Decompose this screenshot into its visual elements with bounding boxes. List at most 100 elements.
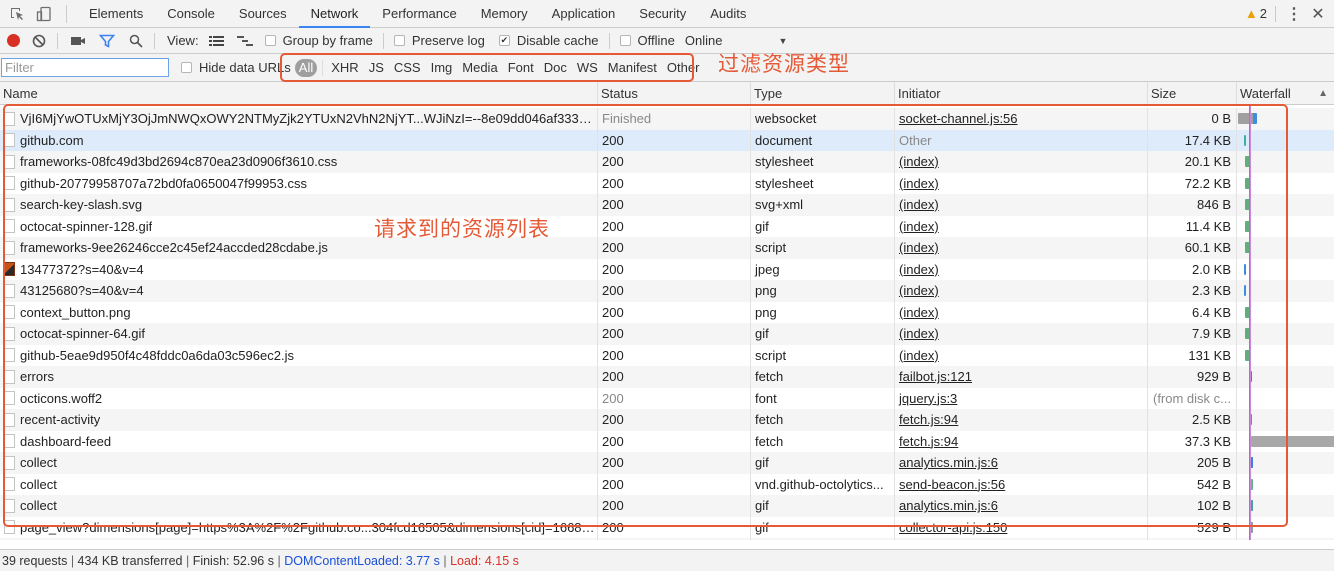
- filter-type-media[interactable]: Media: [457, 59, 502, 77]
- cell-initiator: (index): [895, 237, 1148, 259]
- table-row[interactable]: github-5eae9d950f4c48fddc0a6da03c596ec2.…: [0, 344, 1334, 366]
- column-header-status[interactable]: Status: [598, 82, 751, 105]
- inspect-element-icon[interactable]: [7, 4, 27, 24]
- filter-type-xhr[interactable]: XHR: [326, 59, 363, 77]
- close-icon[interactable]: ✕: [1306, 4, 1330, 24]
- table-row[interactable]: stats 204pingsend-beacon.js:250.0 KB: [0, 538, 1334, 540]
- preserve-log-checkbox[interactable]: Preserve log: [393, 33, 485, 48]
- checkbox-box[interactable]: [264, 35, 276, 46]
- table-row[interactable]: frameworks-9ee26246cce2c45ef24accded28cd…: [0, 237, 1334, 259]
- table-row[interactable]: 43125680?s=40&v=4 200 png (index) 2.3 KB: [0, 280, 1334, 302]
- initiator-link[interactable]: (index): [899, 197, 939, 212]
- cell-size: (from disk c...: [1148, 387, 1237, 409]
- tab-sources[interactable]: Sources: [227, 0, 299, 28]
- table-row[interactable]: octicons.woff2 200 font jquery.js:3 (from di…: [0, 387, 1334, 409]
- table-row[interactable]: context_button.png 200 png (index) 6.4 KB: [0, 301, 1334, 323]
- resource-type-filters: All XHR JS CSS Img Media Font Doc WS Manifest Othe…: [294, 58, 705, 77]
- table-row[interactable]: frameworks-08fc49d3bd2694c870ea23d0906f3…: [0, 151, 1334, 173]
- initiator-link[interactable]: jquery.js:3: [899, 391, 957, 406]
- initiator-link[interactable]: analytics.min.js:6: [899, 455, 998, 470]
- table-row[interactable]: collect 200 gif analytics.min.js:6 102 B: [0, 495, 1334, 517]
- initiator-link[interactable]: (index): [899, 176, 939, 191]
- table-row[interactable]: recent-activity 200 fetch fetch.js:94 2.5 KB: [0, 409, 1334, 431]
- filter-icon[interactable]: [97, 31, 117, 51]
- filter-type-all[interactable]: All: [294, 58, 318, 77]
- tab-audits[interactable]: Audits: [698, 0, 758, 28]
- column-header-initiator[interactable]: Initiator: [895, 82, 1148, 105]
- tab-console[interactable]: Console: [155, 0, 227, 28]
- initiator-link[interactable]: (index): [899, 326, 939, 341]
- filter-type-manifest[interactable]: Manifest: [603, 59, 662, 77]
- tab-security[interactable]: Security: [627, 0, 698, 28]
- checkbox-box[interactable]: [619, 35, 631, 46]
- initiator-link[interactable]: send-beacon.js:56: [899, 477, 1005, 492]
- hide-data-urls-checkbox[interactable]: Hide data URLs: [181, 60, 291, 75]
- filter-type-ws[interactable]: WS: [572, 59, 603, 77]
- cell-type: gif: [751, 452, 895, 474]
- table-row[interactable]: octocat-spinner-128.gif 200 gif (index) 11.4…: [0, 215, 1334, 237]
- initiator-link[interactable]: (index): [899, 283, 939, 298]
- tab-network[interactable]: Network: [298, 0, 371, 28]
- device-toolbar-icon[interactable]: [34, 4, 54, 24]
- initiator-link[interactable]: (index): [899, 219, 939, 234]
- initiator-link[interactable]: analytics.min.js:6: [899, 498, 998, 513]
- initiator-link[interactable]: fetch.js:94: [899, 434, 958, 449]
- checkbox-box[interactable]: [181, 62, 192, 73]
- table-row[interactable]: dashboard-feed 200 fetch fetch.js:94 37.3 KB: [0, 430, 1334, 452]
- cell-initiator: failbot.js:121: [895, 366, 1148, 388]
- tab-performance[interactable]: Performance: [370, 0, 468, 28]
- filter-type-js[interactable]: JS: [364, 59, 389, 77]
- disable-cache-checkbox[interactable]: ✔ Disable cache: [498, 33, 599, 48]
- request-name: octicons.woff2: [20, 390, 103, 406]
- initiator-link[interactable]: (index): [899, 348, 939, 363]
- cell-name: errors: [0, 366, 598, 388]
- tab-application[interactable]: Application: [540, 0, 628, 28]
- table-row[interactable]: page_view?dimensions[page]=https%3A%2F%2…: [0, 516, 1334, 538]
- column-header-size[interactable]: Size: [1148, 82, 1237, 105]
- throttling-select[interactable]: Online ▼: [685, 33, 788, 48]
- group-by-frame-checkbox[interactable]: Group by frame: [264, 33, 373, 48]
- tab-elements[interactable]: Elements: [77, 0, 155, 28]
- filter-type-css[interactable]: CSS: [389, 59, 426, 77]
- filter-type-img[interactable]: Img: [426, 59, 458, 77]
- column-header-name[interactable]: Name: [0, 82, 598, 105]
- table-row[interactable]: collect 200 gif analytics.min.js:6 205 B: [0, 452, 1334, 474]
- request-name: 43125680?s=40&v=4: [20, 283, 144, 298]
- table-row[interactable]: collect 200 vnd.github-octolytics... send-b…: [0, 473, 1334, 495]
- column-header-type[interactable]: Type: [751, 82, 895, 105]
- table-row[interactable]: octocat-spinner-64.gif 200 gif (index) 7.9 K…: [0, 323, 1334, 345]
- filter-type-doc[interactable]: Doc: [539, 59, 572, 77]
- checkbox-box-checked[interactable]: ✔: [498, 35, 510, 46]
- table-row[interactable]: search-key-slash.svg 200 svg+xml (index) 846…: [0, 194, 1334, 216]
- initiator-link[interactable]: socket-channel.js:56: [899, 111, 1018, 126]
- cell-initiator: (index): [895, 172, 1148, 194]
- record-button[interactable]: [7, 34, 20, 47]
- table-row[interactable]: github.com 200 document Other 17.4 KB: [0, 129, 1334, 151]
- capture-screenshots-icon[interactable]: [68, 31, 88, 51]
- large-rows-icon[interactable]: [207, 31, 227, 51]
- filter-type-font[interactable]: Font: [503, 59, 539, 77]
- initiator-link[interactable]: failbot.js:121: [899, 369, 972, 384]
- initiator-link[interactable]: (index): [899, 305, 939, 320]
- filter-type-other[interactable]: Other: [662, 59, 705, 77]
- initiator-link[interactable]: fetch.js:94: [899, 412, 958, 427]
- initiator-link[interactable]: (index): [899, 154, 939, 169]
- tab-memory[interactable]: Memory: [469, 0, 540, 28]
- initiator-link[interactable]: collector-api.js:150: [899, 520, 1007, 535]
- overview-icon[interactable]: [235, 31, 255, 51]
- warnings-counter[interactable]: ▲ 2: [1245, 5, 1276, 22]
- offline-checkbox[interactable]: Offline: [619, 33, 675, 48]
- chevron-down-icon: ▼: [778, 35, 788, 46]
- checkbox-box[interactable]: [393, 35, 405, 46]
- table-row[interactable]: errors 200 fetch failbot.js:121 929 B: [0, 366, 1334, 388]
- initiator-link[interactable]: (index): [899, 240, 939, 255]
- column-header-waterfall[interactable]: Waterfall ▲: [1237, 82, 1334, 105]
- initiator-link[interactable]: (index): [899, 262, 939, 277]
- table-row[interactable]: 13477372?s=40&v=4 200 jpeg (index) 2.0 KB: [0, 258, 1334, 280]
- table-row[interactable]: github-20779958707a72bd0fa0650047f99953.…: [0, 172, 1334, 194]
- filter-input[interactable]: [1, 58, 169, 77]
- more-options-icon[interactable]: ⋮: [1282, 4, 1306, 24]
- clear-icon[interactable]: [29, 31, 49, 51]
- search-icon[interactable]: [126, 31, 146, 51]
- table-row[interactable]: VjI6MjYwOTUxMjY3OjJmNWQxOWY2NTMyZjk2YTUx…: [0, 108, 1334, 130]
